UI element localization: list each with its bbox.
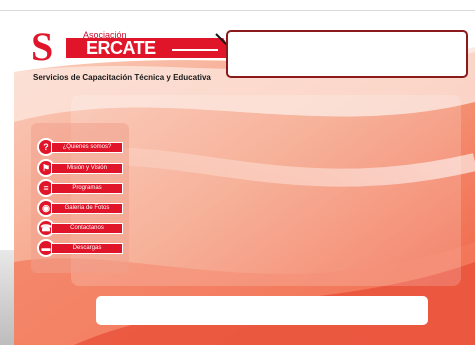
header-box: [226, 30, 468, 78]
footer-box: [96, 296, 428, 325]
menu-item-contactanos[interactable]: ☎ Contactanos: [37, 219, 123, 237]
menu-item-label: ¿Quienes somos?: [51, 142, 123, 153]
logo-word: ERCATE: [86, 38, 156, 58]
menu-item-mision-vision[interactable]: ⚑ Misión y Visión: [37, 159, 123, 177]
menu-item-galeria[interactable]: ◉ Galería de Fotos: [37, 199, 123, 217]
top-divider: [0, 10, 475, 11]
menu-item-label: Misión y Visión: [51, 163, 123, 174]
logo-arrow-icon: [172, 30, 231, 51]
menu-item-programas[interactable]: ≡ Programas: [37, 179, 123, 197]
content-panel: [71, 95, 461, 286]
menu-item-label: Contactanos: [51, 223, 123, 234]
menu-item-label: Programas: [51, 183, 123, 194]
menu-item-descargas[interactable]: ▬ Descargas: [37, 239, 123, 257]
menu-item-quienes-somos[interactable]: ? ¿Quienes somos?: [37, 138, 123, 156]
logo[interactable]: Asociación S ERCATE Servicios de Capacit…: [30, 24, 235, 86]
logo-s-letter: S: [31, 24, 54, 69]
left-edge-strip: [0, 250, 14, 345]
side-menu: ? ¿Quienes somos? ⚑ Misión y Visión ≡ Pr…: [31, 123, 129, 273]
logo-tagline: Servicios de Capacitación Técnica y Educ…: [33, 73, 211, 82]
menu-item-label: Descargas: [51, 243, 123, 254]
menu-item-label: Galería de Fotos: [51, 203, 123, 214]
